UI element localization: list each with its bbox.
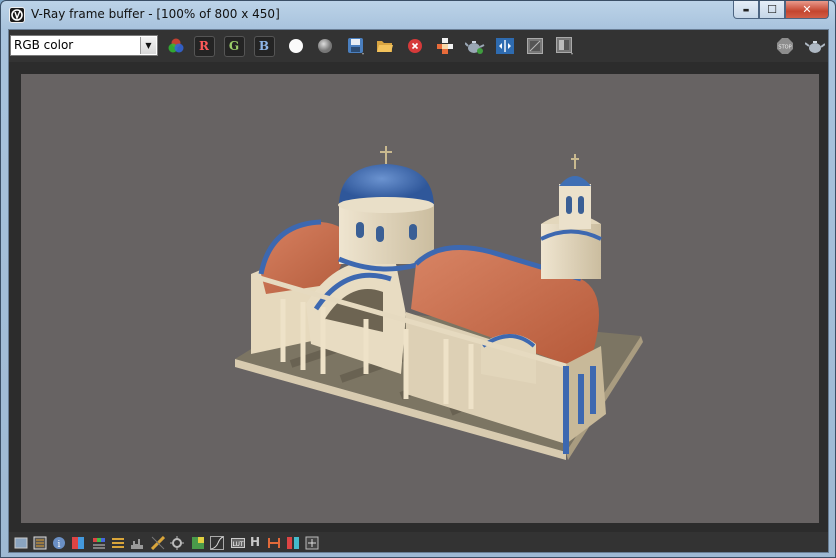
minimize-icon: ▬ [743, 6, 750, 14]
display-correction-icon[interactable] [14, 535, 28, 549]
green-channel-label: G [224, 36, 245, 57]
compare-icon[interactable] [494, 35, 516, 57]
curves-icon[interactable] [111, 535, 125, 549]
h-icon[interactable]: H [250, 535, 264, 549]
channel-select-value: RGB color [14, 38, 73, 52]
red-channel-label: R [194, 36, 215, 57]
vfb-window: V-Ray frame buffer - [100% of 800 x 450]… [0, 0, 836, 558]
pixel-info-icon[interactable] [33, 535, 47, 549]
bottom-toolbar: i LUT H [9, 532, 828, 552]
blue-channel-button[interactable]: B [253, 35, 275, 57]
color-correction-icon[interactable] [71, 535, 85, 549]
stop-icon[interactable]: STOP [774, 35, 796, 57]
rendered-church-image [21, 74, 819, 523]
levels-icon[interactable] [92, 535, 106, 549]
teapot-icon[interactable] [804, 35, 826, 57]
exposure-icon[interactable] [151, 535, 165, 549]
channel-select[interactable]: RGB color ▼ [10, 35, 158, 56]
corrections-icon[interactable] [554, 35, 576, 57]
blue-channel-label: B [254, 36, 275, 57]
maximize-button[interactable]: ☐ [759, 1, 785, 19]
stereo-icon[interactable] [286, 535, 300, 549]
color-wheel-icon[interactable] [165, 35, 187, 57]
ocio-icon[interactable] [267, 535, 281, 549]
history-icon[interactable] [524, 35, 546, 57]
clear-icon[interactable] [404, 35, 426, 57]
red-channel-button[interactable]: R [193, 35, 215, 57]
lut-icon[interactable]: LUT [231, 535, 245, 549]
vray-logo-icon [9, 7, 25, 23]
svg-text:i: i [58, 540, 61, 550]
histogram-icon[interactable] [130, 535, 144, 549]
lens-effects-icon[interactable] [170, 535, 184, 549]
info-icon[interactable]: i [52, 535, 66, 549]
close-icon: ✕ [802, 3, 811, 16]
window-title: V-Ray frame buffer - [100% of 800 x 450] [31, 7, 280, 21]
svg-text:STOP: STOP [778, 45, 791, 51]
gray-circle-icon[interactable] [314, 35, 336, 57]
save-icon[interactable] [345, 35, 367, 57]
white-circle-icon[interactable] [285, 35, 307, 57]
render-viewport[interactable] [21, 74, 819, 523]
open-folder-icon[interactable] [374, 35, 396, 57]
svg-text:LUT: LUT [232, 541, 243, 548]
green-channel-button[interactable]: G [223, 35, 245, 57]
client-area: RGB color ▼ R G B [8, 29, 829, 553]
chevron-down-icon[interactable]: ▼ [140, 37, 156, 54]
teapot-render-icon[interactable] [464, 35, 486, 57]
region-render-icon[interactable] [434, 35, 456, 57]
toolbar: RGB color ▼ R G B [9, 30, 828, 62]
minimize-button[interactable]: ▬ [733, 1, 759, 19]
close-button[interactable]: ✕ [785, 1, 829, 19]
maximize-icon: ☐ [767, 3, 777, 16]
settings-icon[interactable] [305, 535, 319, 549]
white-balance-icon[interactable] [191, 535, 205, 549]
curve-graph-icon[interactable] [210, 535, 224, 549]
title-bar[interactable]: V-Ray frame buffer - [100% of 800 x 450]… [1, 1, 835, 29]
